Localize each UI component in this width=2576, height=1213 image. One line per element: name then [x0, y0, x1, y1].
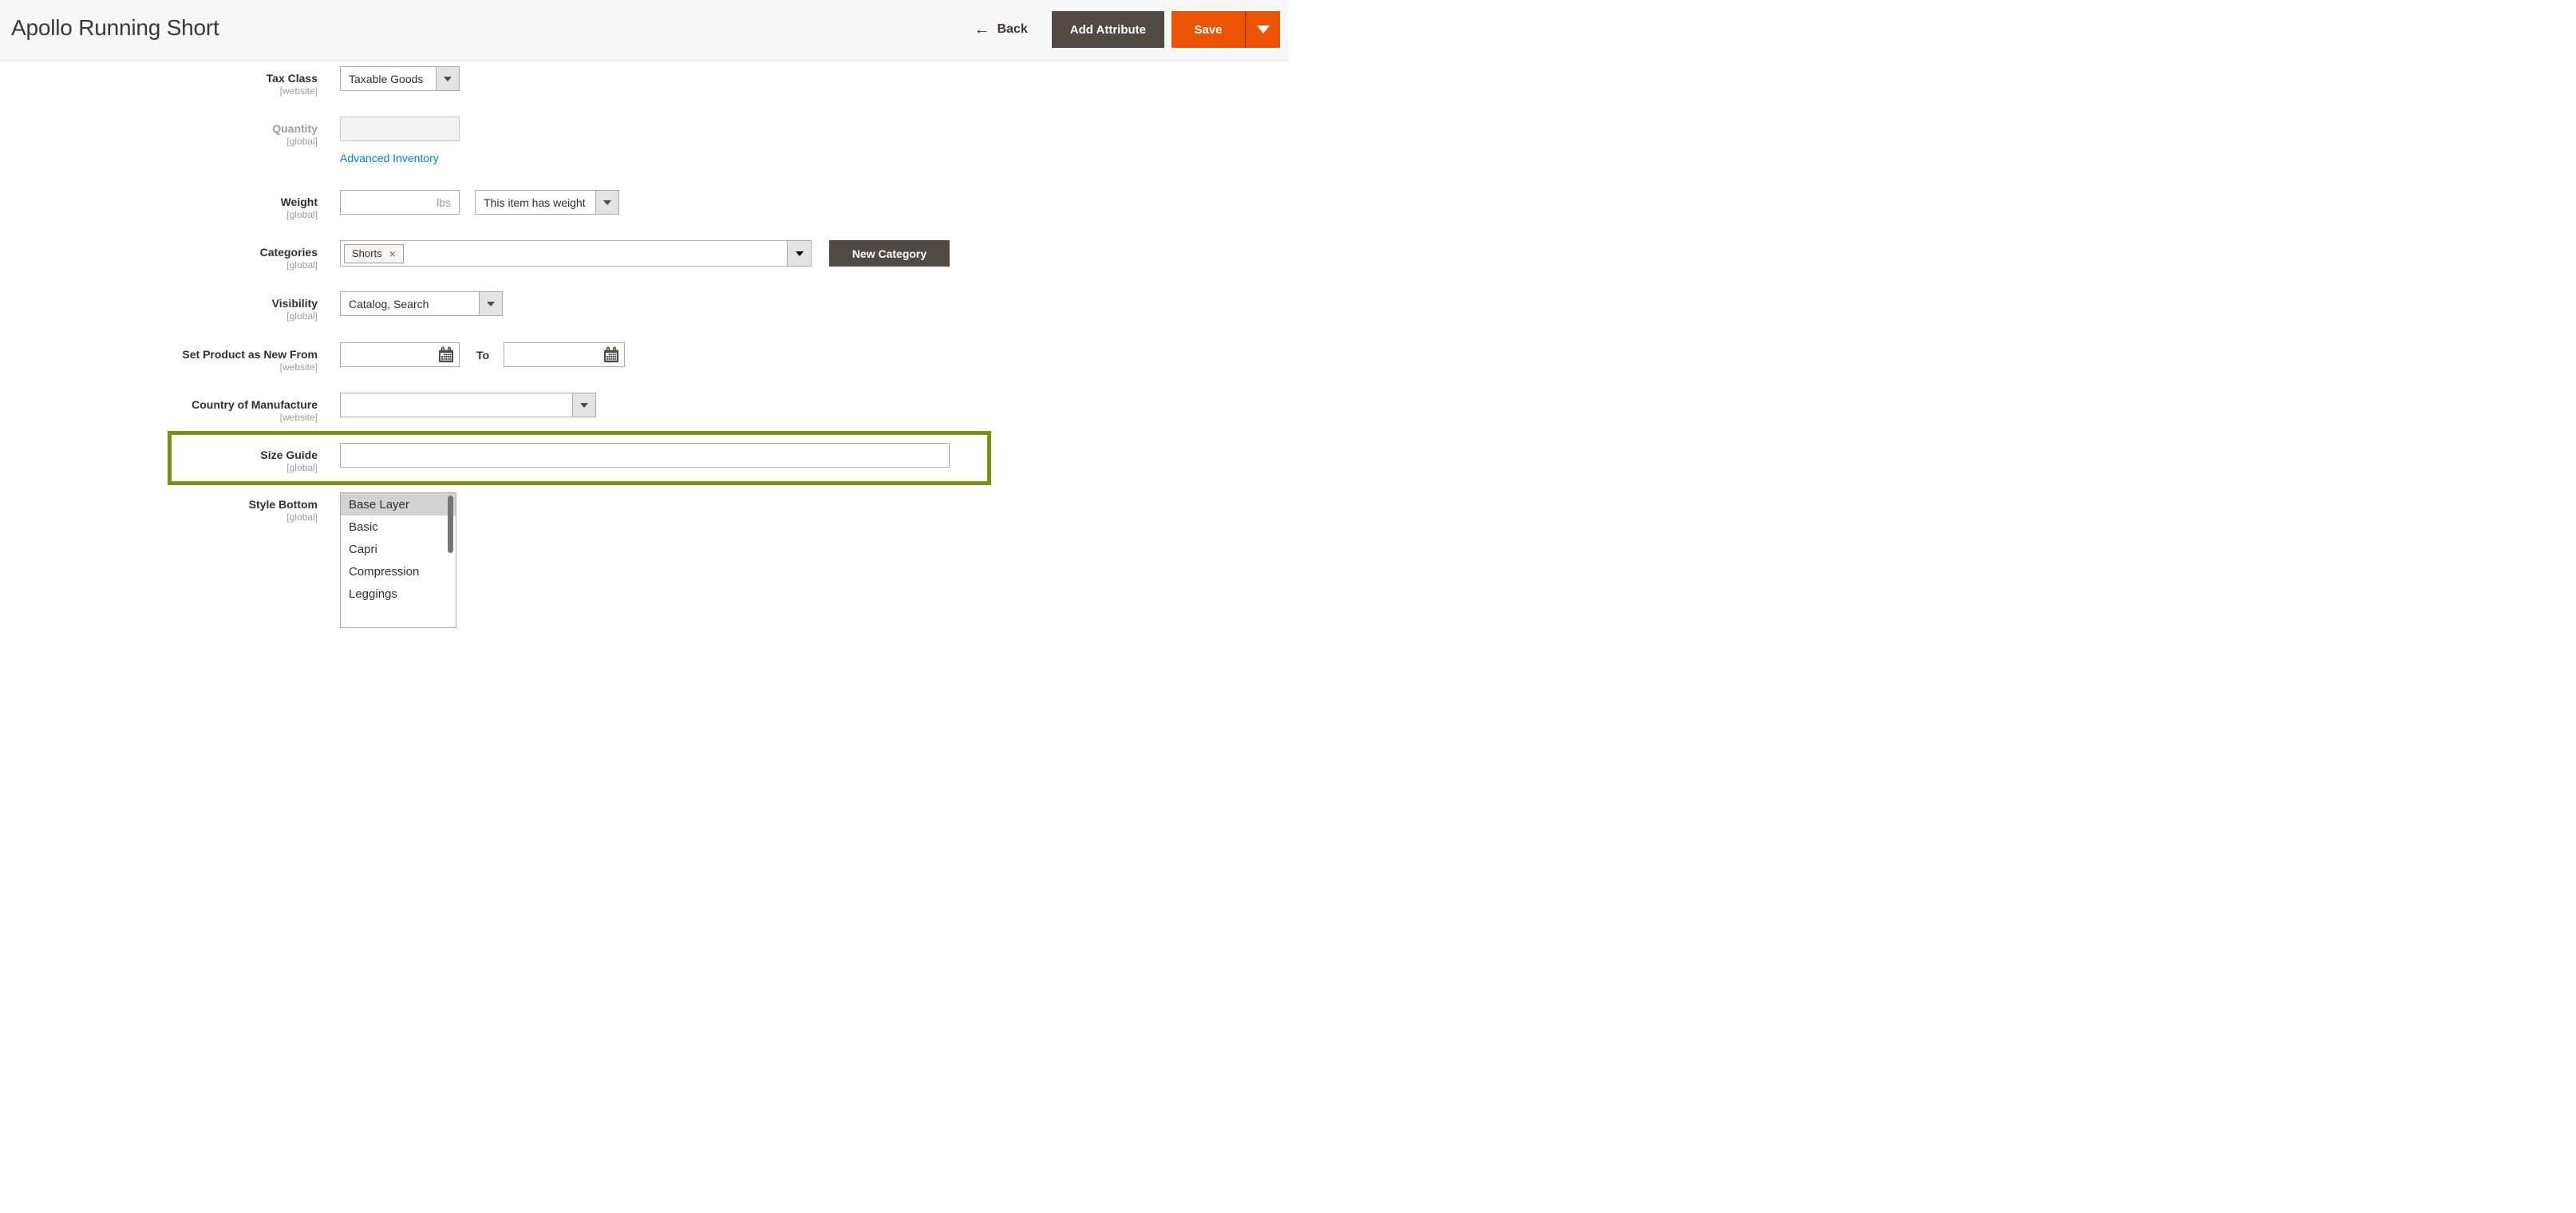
tax-class-scope: [website] [0, 85, 318, 97]
new-from-date-wrap [340, 342, 460, 367]
visibility-select[interactable]: Catalog, Search [340, 291, 503, 316]
size-guide-input[interactable] [340, 443, 950, 468]
country-label: Country of Manufacture [website] [0, 398, 318, 424]
quantity-scope: [global] [0, 136, 318, 148]
save-button[interactable]: Save [1171, 11, 1245, 48]
back-button[interactable]: ← Back [974, 22, 1027, 38]
tax-class-label: Tax Class [website] [0, 72, 318, 97]
category-chip: Shorts × [344, 244, 404, 263]
size-guide-label: Size Guide [global] [0, 448, 318, 474]
chevron-down-icon [444, 77, 452, 81]
page-header: Apollo Running Short ← Back Add Attribut… [0, 0, 1288, 61]
weight-unit: lbs [437, 196, 459, 209]
chevron-down-icon [603, 200, 611, 205]
country-select-arrow[interactable] [572, 393, 595, 417]
to-label: To [476, 349, 489, 362]
save-split-button: Save [1171, 11, 1280, 48]
chevron-down-icon [1257, 26, 1270, 34]
new-to-date-input[interactable] [504, 343, 603, 366]
add-attribute-button[interactable]: Add Attribute [1052, 11, 1164, 48]
chevron-down-icon [580, 403, 588, 408]
style-bottom-option[interactable]: Basic [341, 516, 456, 538]
style-bottom-label: Style Bottom [global] [0, 498, 318, 524]
weight-label: Weight [global] [0, 196, 318, 221]
save-dropdown-button[interactable] [1245, 11, 1280, 48]
new-category-button[interactable]: New Category [829, 240, 950, 267]
visibility-value: Catalog, Search [341, 292, 479, 315]
country-value [341, 393, 572, 417]
calendar-icon[interactable] [603, 346, 620, 364]
size-guide-scope: [global] [0, 462, 318, 474]
categories-multiselect[interactable]: Shorts × [340, 240, 812, 267]
categories-scope: [global] [0, 259, 318, 271]
back-arrow-icon: ← [974, 22, 990, 38]
new-from-date-input[interactable] [341, 343, 437, 366]
category-chip-label: Shorts [352, 247, 382, 259]
visibility-scope: [global] [0, 310, 318, 322]
weight-type-value: This item has weight [476, 191, 595, 214]
style-bottom-listbox[interactable]: Base Layer Basic Capri Compression Leggi… [340, 492, 456, 628]
style-bottom-scope: [global] [0, 512, 318, 524]
visibility-label: Visibility [global] [0, 297, 318, 322]
chevron-down-icon [796, 251, 804, 256]
advanced-inventory-link[interactable]: Advanced Inventory [340, 152, 439, 164]
weight-type-select[interactable]: This item has weight [475, 190, 619, 215]
weight-type-select-arrow[interactable] [595, 191, 618, 214]
categories-chip-area[interactable]: Shorts × [341, 241, 787, 266]
calendar-icon[interactable] [437, 346, 455, 364]
category-chip-remove-icon[interactable]: × [389, 248, 396, 259]
categories-select-arrow[interactable] [787, 241, 811, 266]
header-actions: ← Back Add Attribute Save [974, 11, 1280, 48]
tax-class-value: Taxable Goods [341, 67, 436, 90]
categories-label: Categories [global] [0, 246, 318, 271]
weight-scope: [global] [0, 209, 318, 221]
back-button-label: Back [997, 22, 1027, 37]
chevron-down-icon [487, 302, 495, 306]
country-scope: [website] [0, 412, 318, 424]
style-bottom-option[interactable]: Leggings [341, 583, 456, 605]
weight-input-wrap: lbs [340, 190, 460, 215]
tax-class-select-arrow[interactable] [436, 67, 459, 90]
page-title: Apollo Running Short [11, 15, 219, 41]
weight-input[interactable] [341, 191, 437, 214]
tax-class-select[interactable]: Taxable Goods [340, 66, 460, 91]
visibility-select-arrow[interactable] [479, 292, 502, 315]
quantity-label: Quantity [global] [0, 122, 318, 148]
new-to-date-wrap [504, 342, 625, 367]
style-bottom-option[interactable]: Compression [341, 560, 456, 583]
new-from-scope: [website] [0, 362, 318, 373]
country-select[interactable] [340, 393, 596, 417]
quantity-input [340, 117, 460, 141]
style-bottom-option[interactable]: Base Layer [341, 493, 456, 516]
style-bottom-option[interactable]: Capri [341, 538, 456, 560]
listbox-scrollbar-thumb[interactable] [448, 496, 453, 553]
new-from-label: Set Product as New From [website] [0, 348, 318, 373]
